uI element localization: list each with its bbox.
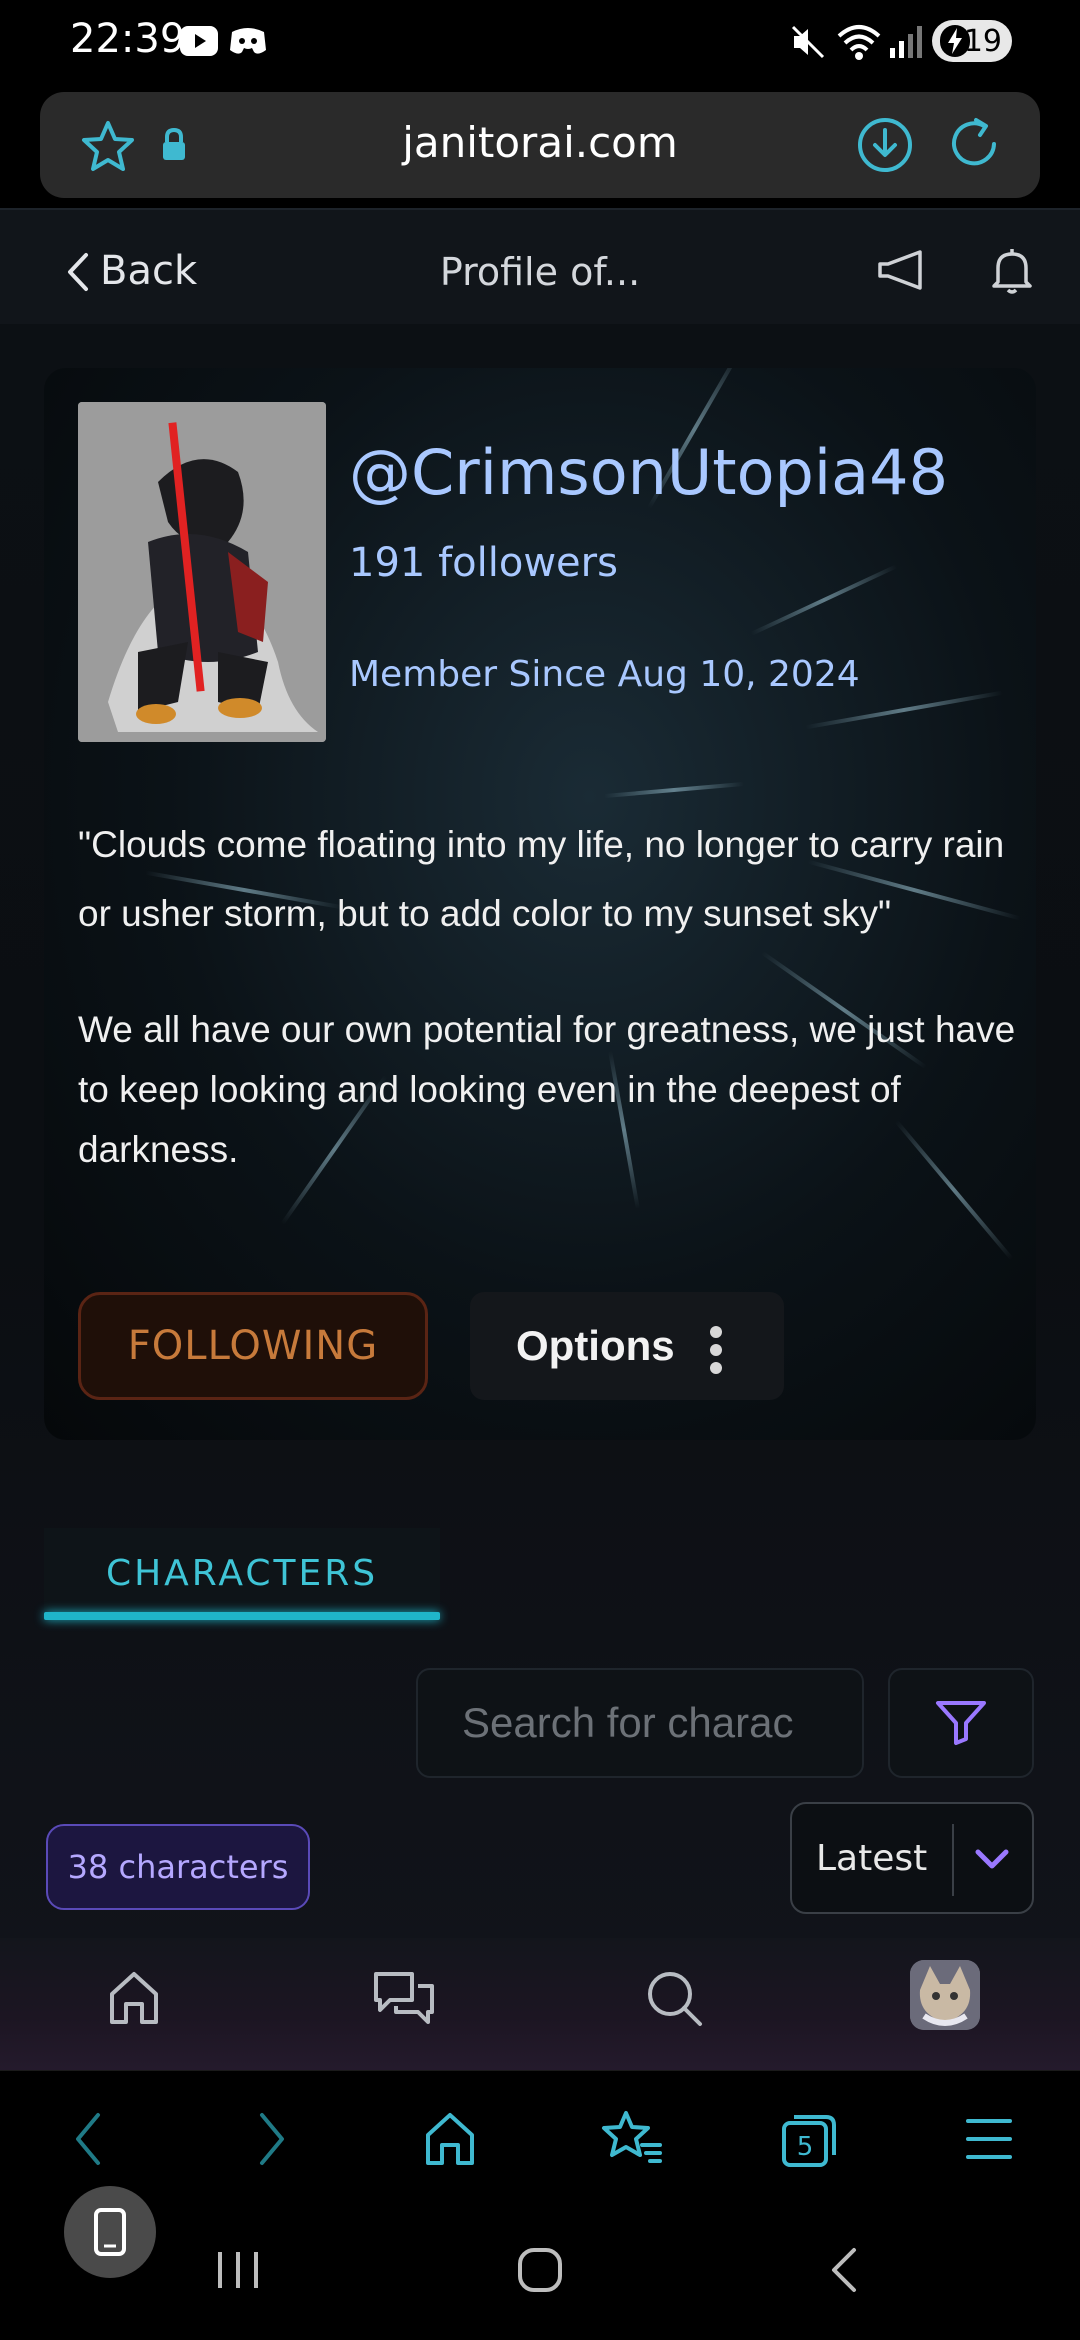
profile-avatar [78,402,326,742]
recent-apps-icon[interactable] [216,2248,260,2292]
member-since: Member Since Aug 10, 2024 [349,654,860,695]
app-bottom-nav [0,1938,1080,2070]
options-button[interactable]: Options [470,1292,784,1400]
mute-icon [790,24,826,60]
search-input[interactable] [462,1699,818,1747]
following-button[interactable]: FOLLOWING [78,1292,428,1400]
profile-card: @CrimsonUtopia48 191 followers Member Si… [44,368,1036,1440]
chevron-down-icon [972,1840,1012,1880]
options-label: Options [516,1322,675,1369]
system-nav-bar [0,2210,1080,2340]
followers-count[interactable]: 191 followers [349,540,618,586]
sort-divider [952,1824,954,1896]
profile-handle: @CrimsonUtopia48 [349,436,949,509]
filter-button[interactable] [888,1668,1034,1778]
tab-active-indicator [44,1612,440,1620]
battery-icon: 19 [932,20,1012,62]
discord-icon [228,26,268,56]
forward-arrow-icon[interactable] [254,2109,290,2169]
filter-icon [936,1701,986,1745]
floating-phone-button[interactable] [64,2186,156,2278]
kebab-menu-icon [710,1326,724,1380]
wifi-icon [836,22,882,62]
background-streak [805,690,1003,730]
background-streak [604,781,744,799]
download-icon[interactable] [856,116,914,174]
profile-bio: We all have our own potential for greatn… [78,1009,1016,1170]
home-icon[interactable] [420,2109,480,2169]
bell-icon[interactable] [990,246,1034,296]
tabs-count: 5 [797,2132,814,2162]
chat-icon[interactable] [372,1968,436,2028]
status-time: 22:39 [70,16,186,62]
youtube-icon [180,26,218,56]
tab-characters[interactable]: CHARACTERS [44,1528,440,1618]
background-streak [750,564,898,636]
search-icon[interactable] [644,1968,704,2028]
signal-icon [888,24,924,58]
tabs-icon[interactable]: 5 [780,2109,840,2169]
phone-icon [94,2208,126,2256]
status-bar: 22:39 19 [0,0,1080,84]
megaphone-icon[interactable] [876,248,926,292]
system-back-icon[interactable] [826,2246,862,2294]
home-icon[interactable] [104,1968,164,2028]
reload-icon[interactable] [944,114,1004,174]
profile-page: Back Profile of... @CrimsonUtopia48 191 … [0,208,1080,2070]
character-count-badge: 38 characters [46,1824,310,1910]
character-search[interactable] [416,1668,864,1778]
sort-dropdown[interactable]: Latest [790,1802,1034,1914]
user-avatar[interactable] [910,1960,980,2030]
profile-quote: "Clouds come floating into my life, no l… [78,824,1005,934]
browser-toolbar: 5 [0,2070,1080,2210]
back-arrow-icon[interactable] [70,2109,106,2169]
top-nav: Back Profile of... [0,208,1080,324]
menu-icon[interactable] [964,2109,1014,2169]
sort-selected: Latest [816,1838,928,1879]
browser-url-bar[interactable]: janitorai.com [40,92,1040,198]
home-button-icon[interactable] [516,2246,564,2294]
bookmarks-icon[interactable] [600,2109,664,2169]
